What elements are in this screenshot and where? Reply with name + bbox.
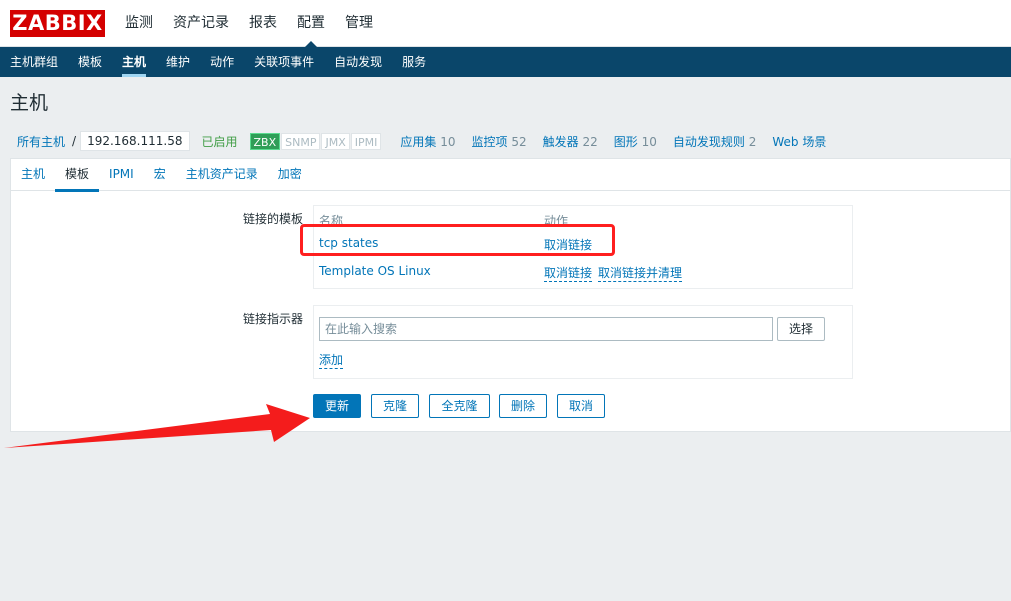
link-count: 10 bbox=[641, 134, 657, 149]
link-web-scenarios[interactable]: Web 场景 bbox=[764, 133, 834, 150]
template-search-input[interactable]: 在此输入搜索 bbox=[319, 317, 773, 341]
linked-templates-label: 链接的模板 bbox=[242, 212, 303, 226]
link-label: 监控项 bbox=[471, 134, 508, 149]
link-items[interactable]: 监控项 52 bbox=[464, 133, 535, 150]
sub-nav-hosts[interactable]: 主机 bbox=[112, 47, 156, 77]
cancel-button[interactable]: 取消 bbox=[557, 394, 605, 418]
top-nav-monitoring[interactable]: 监测 bbox=[115, 0, 163, 47]
top-nav: 监测 资产记录 报表 配置 管理 bbox=[115, 0, 383, 47]
badge-zbx: ZBX bbox=[249, 132, 281, 150]
availability-badges: ZBX SNMP JMX IPMI bbox=[249, 132, 383, 150]
sub-nav-maintenance[interactable]: 维护 bbox=[156, 47, 200, 77]
template-name-os-linux[interactable]: Template OS Linux bbox=[319, 264, 431, 278]
page-title: 主机 bbox=[10, 92, 49, 114]
unlink-os-linux-button[interactable]: 取消链接 bbox=[544, 264, 593, 282]
link-label: Web 场景 bbox=[772, 134, 827, 149]
sub-nav-host-groups[interactable]: 主机群组 bbox=[0, 47, 68, 77]
select-button[interactable]: 选择 bbox=[777, 317, 825, 341]
link-count: 2 bbox=[748, 134, 757, 149]
link-label: 应用集 bbox=[400, 134, 437, 149]
add-template-link[interactable]: 添加 bbox=[319, 351, 344, 369]
all-hosts-link[interactable]: 所有主机 bbox=[10, 133, 72, 150]
unlink-clear-os-linux-button[interactable]: 取消链接并清理 bbox=[598, 264, 683, 282]
tab-encryption[interactable]: 加密 bbox=[268, 159, 312, 190]
link-triggers[interactable]: 触发器 22 bbox=[535, 133, 606, 150]
zabbix-logo[interactable]: ZABBIX bbox=[10, 10, 105, 37]
link-count: 52 bbox=[511, 134, 527, 149]
host-status-enabled[interactable]: 已启用 bbox=[190, 133, 250, 150]
top-nav-inventory[interactable]: 资产记录 bbox=[163, 0, 239, 47]
tab-macros[interactable]: 宏 bbox=[144, 159, 176, 190]
link-label: 触发器 bbox=[542, 134, 579, 149]
full-clone-button[interactable]: 全克隆 bbox=[429, 394, 490, 418]
tab-templates[interactable]: 模板 bbox=[55, 159, 100, 192]
link-applications[interactable]: 应用集 10 bbox=[392, 133, 463, 150]
form-tabs: 主机 模板 IPMI 宏 主机资产记录 加密 bbox=[11, 159, 1010, 192]
link-count: 22 bbox=[582, 134, 598, 149]
sub-nav-discovery[interactable]: 自动发现 bbox=[324, 47, 392, 77]
link-label: 自动发现规则 bbox=[672, 134, 745, 149]
link-indicator-box: 在此输入搜索 选择 添加 bbox=[313, 305, 853, 379]
current-host[interactable]: 192.168.111.58 bbox=[80, 131, 190, 151]
link-count: 10 bbox=[440, 134, 456, 149]
sub-nav-services[interactable]: 服务 bbox=[392, 47, 436, 77]
badge-ipmi: IPMI bbox=[350, 132, 382, 150]
top-header: ZABBIX 监测 资产记录 报表 配置 管理 bbox=[0, 0, 1011, 47]
top-nav-configuration[interactable]: 配置 bbox=[287, 0, 335, 47]
link-label: 图形 bbox=[613, 134, 638, 149]
top-nav-administration[interactable]: 管理 bbox=[335, 0, 383, 47]
sub-nav-correlation[interactable]: 关联项事件 bbox=[244, 47, 324, 77]
sub-nav-actions[interactable]: 动作 bbox=[200, 47, 244, 77]
host-breadcrumb: 所有主机 / 192.168.111.58 已启用 ZBX SNMP JMX I… bbox=[10, 128, 834, 154]
host-form-panel: 主机 模板 IPMI 宏 主机资产记录 加密 链接的模板 名称 动作 tcp s… bbox=[10, 158, 1011, 432]
link-discovery-rules[interactable]: 自动发现规则 2 bbox=[665, 133, 764, 150]
link-graphs[interactable]: 图形 10 bbox=[606, 133, 665, 150]
sub-nav-templates[interactable]: 模板 bbox=[68, 47, 112, 77]
annotation-highlight-box bbox=[300, 224, 615, 256]
badge-snmp: SNMP bbox=[281, 132, 321, 150]
update-button[interactable]: 更新 bbox=[313, 394, 361, 418]
tab-ipmi[interactable]: IPMI bbox=[99, 159, 144, 190]
delete-button[interactable]: 删除 bbox=[499, 394, 547, 418]
tab-host[interactable]: 主机 bbox=[11, 159, 55, 190]
breadcrumb-separator: / bbox=[72, 134, 77, 148]
sub-nav: 主机群组 模板 主机 维护 动作 关联项事件 自动发现 服务 bbox=[0, 47, 1011, 77]
top-nav-reports[interactable]: 报表 bbox=[239, 0, 287, 47]
clone-button[interactable]: 克隆 bbox=[371, 394, 419, 418]
tab-inventory[interactable]: 主机资产记录 bbox=[176, 159, 268, 190]
badge-jmx: JMX bbox=[321, 132, 350, 150]
link-indicator-label: 链接指示器 bbox=[242, 312, 303, 326]
annotation-arrow-icon bbox=[4, 404, 310, 448]
